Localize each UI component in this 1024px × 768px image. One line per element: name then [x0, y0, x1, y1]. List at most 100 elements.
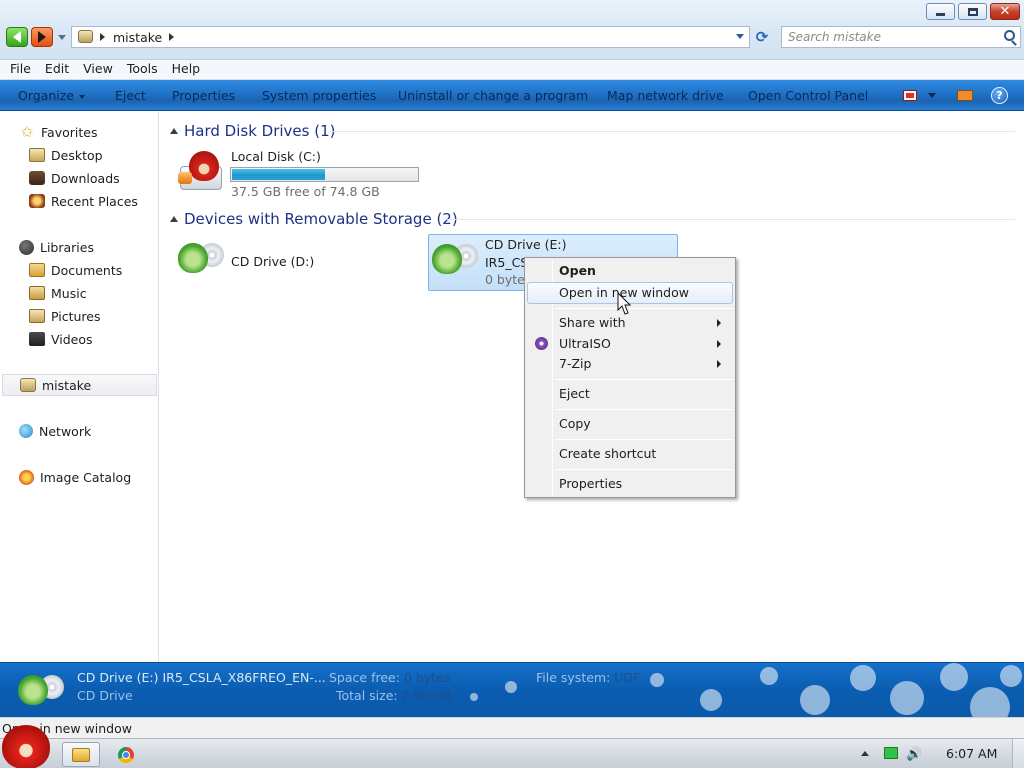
cd-drive-d-name[interactable]: CD Drive (D:): [231, 254, 314, 269]
nav-network[interactable]: Network: [19, 420, 91, 442]
nav-computer[interactable]: mistake: [2, 374, 157, 396]
volume-icon[interactable]: 🔊: [906, 747, 922, 762]
uninstall-program-button[interactable]: Uninstall or change a program: [398, 88, 588, 103]
cd-drive-e-name[interactable]: CD Drive (E:): [485, 237, 567, 252]
breadcrumb-chevron-icon[interactable]: [169, 33, 174, 41]
group-title: Hard Disk Drives (1): [184, 122, 336, 140]
drive-badge-icon: [178, 172, 192, 184]
restore-icon: [967, 7, 978, 16]
forward-arrow-icon: [38, 31, 46, 43]
context-create-shortcut[interactable]: Create shortcut: [527, 443, 733, 465]
show-hidden-icons-icon[interactable]: [861, 751, 869, 756]
restore-button[interactable]: [958, 3, 987, 20]
cd-drive-d-icon[interactable]: [178, 237, 224, 279]
menu-separator: [555, 379, 733, 380]
nav-recent-places[interactable]: Recent Places: [29, 190, 138, 212]
search-input[interactable]: [788, 29, 988, 45]
help-icon[interactable]: ?: [991, 87, 1008, 104]
view-options-dropdown-icon[interactable]: [928, 93, 936, 98]
back-button[interactable]: [6, 27, 28, 47]
menu-help[interactable]: Help: [165, 60, 208, 79]
submenu-arrow-icon: [717, 360, 721, 368]
group-header-hard-disk-drives[interactable]: Hard Disk Drives (1): [170, 122, 335, 140]
nav-recent-label: Recent Places: [51, 193, 138, 209]
preview-pane-icon[interactable]: [957, 90, 973, 101]
context-eject[interactable]: Eject: [527, 383, 733, 405]
menu-view[interactable]: View: [76, 60, 120, 79]
menu-separator: [555, 409, 733, 410]
computer-icon: [20, 378, 36, 392]
nav-favorites[interactable]: ✩ Favorites: [19, 121, 98, 143]
nav-desktop[interactable]: Desktop: [29, 144, 103, 166]
breadcrumb-location[interactable]: mistake: [113, 30, 162, 45]
context-properties[interactable]: Properties: [527, 473, 733, 495]
address-dropdown-icon[interactable]: [736, 34, 744, 39]
recent-pages-dropdown[interactable]: [58, 35, 66, 40]
collapse-caret-icon: [170, 216, 178, 222]
menu-tools[interactable]: Tools: [120, 60, 165, 79]
local-disk-c-icon[interactable]: [178, 150, 224, 192]
image-catalog-icon: [19, 469, 34, 485]
cd-drive-e-label: IR5_CS: [485, 255, 529, 270]
group-header-removable-storage[interactable]: Devices with Removable Storage (2): [170, 210, 458, 228]
change-view-icon[interactable]: [903, 90, 917, 101]
context-open[interactable]: Open: [527, 260, 733, 282]
context-properties-label: Properties: [559, 476, 623, 491]
angry-bird-red-icon: [189, 151, 219, 181]
ultraiso-icon: [535, 337, 548, 350]
forward-button[interactable]: [31, 27, 53, 47]
menu-separator: [555, 439, 733, 440]
nav-downloads[interactable]: Downloads: [29, 167, 120, 189]
nav-videos[interactable]: Videos: [29, 328, 93, 350]
context-copy[interactable]: Copy: [527, 413, 733, 435]
total-size-value: 2.90 GB: [401, 688, 452, 703]
open-control-panel-button[interactable]: Open Control Panel: [748, 88, 868, 103]
menu-file[interactable]: File: [0, 60, 38, 79]
local-disk-c-name[interactable]: Local Disk (C:): [231, 149, 321, 164]
libraries-icon: [19, 239, 34, 255]
search-icon[interactable]: [1004, 30, 1015, 41]
system-properties-button[interactable]: System properties: [262, 88, 376, 103]
mouse-cursor-icon: [617, 292, 631, 315]
menu-edit[interactable]: Edit: [38, 60, 76, 79]
cd-drive-e-icon[interactable]: [432, 238, 478, 280]
disk-capacity-bar: [230, 167, 419, 182]
clock[interactable]: 6:07 AM: [946, 746, 997, 761]
minimize-button[interactable]: [926, 3, 955, 20]
address-bar[interactable]: mistake: [71, 26, 750, 48]
videos-icon: [29, 332, 45, 346]
total-size-label: Total size:: [336, 688, 398, 703]
nav-network-label: Network: [39, 423, 92, 439]
nav-music-label: Music: [51, 285, 87, 301]
group-title: Devices with Removable Storage (2): [184, 210, 458, 228]
details-total-size: Total size: 2.90 GB: [336, 688, 452, 703]
network-icon: [19, 424, 33, 438]
context-eject-label: Eject: [559, 386, 590, 401]
nav-libraries-label: Libraries: [40, 239, 94, 255]
start-button-angry-bird-icon[interactable]: [2, 725, 50, 768]
taskbar-chrome-button[interactable]: [107, 742, 145, 767]
organize-button[interactable]: Organize: [18, 88, 85, 103]
details-space-free: Space free: 0 bytes: [329, 670, 450, 685]
context-open-label: Open: [559, 263, 596, 278]
search-box[interactable]: [781, 26, 1021, 48]
properties-button[interactable]: Properties: [172, 88, 235, 103]
nav-music[interactable]: Music: [29, 282, 87, 304]
network-status-icon[interactable]: [884, 747, 898, 759]
context-ultraiso[interactable]: UltraISO: [527, 333, 733, 355]
refresh-icon[interactable]: ⟳: [752, 27, 772, 47]
eject-button[interactable]: Eject: [115, 88, 146, 103]
show-desktop-button[interactable]: [1012, 739, 1024, 768]
breadcrumb-chevron-icon[interactable]: [100, 33, 105, 41]
nav-documents[interactable]: Documents: [29, 259, 122, 281]
nav-image-catalog[interactable]: Image Catalog: [19, 466, 131, 488]
nav-favorites-label: Favorites: [41, 124, 98, 140]
nav-pictures[interactable]: Pictures: [29, 305, 101, 327]
close-button[interactable]: ✕: [990, 3, 1020, 20]
context-7zip[interactable]: 7-Zip: [527, 353, 733, 375]
dropdown-caret-icon: [79, 94, 85, 99]
map-network-drive-button[interactable]: Map network drive: [607, 88, 724, 103]
submenu-arrow-icon: [717, 319, 721, 327]
taskbar-explorer-button[interactable]: [62, 742, 100, 767]
nav-libraries[interactable]: Libraries: [19, 236, 94, 258]
